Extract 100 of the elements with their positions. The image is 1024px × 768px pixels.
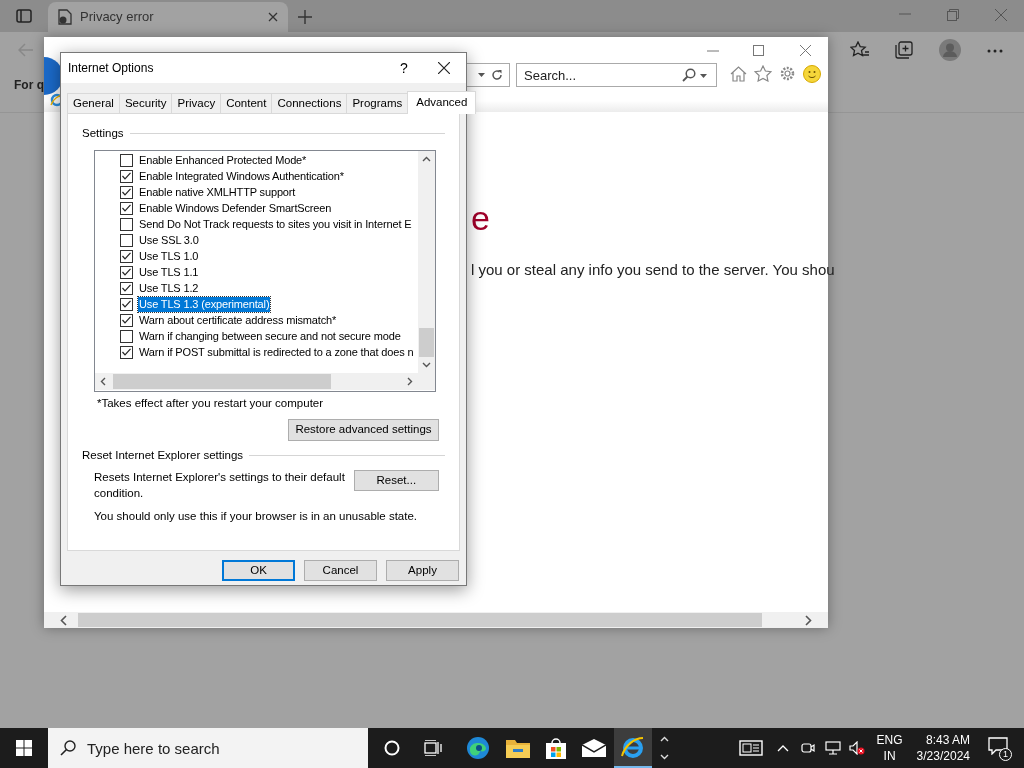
scrollbar-thumb[interactable] bbox=[113, 374, 331, 390]
refresh-icon[interactable] bbox=[491, 69, 503, 81]
close-icon[interactable] bbox=[438, 62, 450, 74]
scrollbar-thumb[interactable] bbox=[78, 613, 762, 627]
bookmark-link[interactable]: For q bbox=[14, 76, 44, 94]
profile-icon[interactable] bbox=[939, 39, 961, 61]
setting-label[interactable]: Use SSL 3.0 bbox=[138, 232, 200, 248]
dialog-title: Internet Options bbox=[68, 60, 155, 77]
chevron-up-icon[interactable] bbox=[776, 744, 789, 752]
language-indicator[interactable]: ENG bbox=[876, 732, 903, 748]
cortana-icon[interactable] bbox=[384, 740, 400, 756]
search-field[interactable]: Search... bbox=[516, 63, 717, 87]
notification-button[interactable]: 1 bbox=[988, 737, 1010, 759]
new-tab-icon[interactable] bbox=[298, 10, 312, 24]
notification-badge: 1 bbox=[999, 748, 1012, 761]
caret-icon[interactable] bbox=[478, 73, 485, 77]
dialog-button[interactable]: OK bbox=[222, 560, 295, 581]
dialog-tab[interactable]: Advanced bbox=[407, 91, 477, 114]
region-indicator[interactable]: IN bbox=[883, 748, 896, 764]
scroll-right-icon[interactable] bbox=[805, 614, 812, 626]
scrollbar-thumb[interactable] bbox=[419, 328, 434, 358]
back-button-icon[interactable] bbox=[44, 57, 62, 95]
horizontal-scrollbar[interactable] bbox=[95, 373, 435, 391]
scroll-left-icon[interactable] bbox=[100, 377, 106, 387]
dialog-button[interactable]: Cancel bbox=[304, 560, 377, 581]
checkbox[interactable] bbox=[120, 169, 133, 183]
collections-icon[interactable] bbox=[894, 41, 914, 59]
clock-date[interactable]: 3/23/2024 bbox=[916, 748, 970, 764]
note-text: *Takes effect after you restart your computer bbox=[97, 396, 325, 412]
checkbox[interactable] bbox=[120, 297, 133, 311]
checkbox[interactable] bbox=[120, 281, 133, 295]
ie-taskbar-button[interactable] bbox=[614, 728, 652, 768]
search-icon[interactable] bbox=[682, 68, 696, 82]
horizontal-scrollbar[interactable] bbox=[44, 612, 828, 628]
checkbox[interactable] bbox=[120, 217, 133, 231]
favorites-icon[interactable] bbox=[850, 41, 870, 59]
group-label: Settings bbox=[82, 126, 124, 141]
setting-label[interactable]: Warn about certificate address mismatch* bbox=[138, 312, 338, 328]
search-icon[interactable] bbox=[60, 740, 76, 756]
dialog-tab[interactable]: General bbox=[67, 93, 120, 113]
scroll-down-icon[interactable] bbox=[422, 362, 431, 369]
ie-logo-icon bbox=[621, 735, 645, 759]
setting-label[interactable]: Enable native XMLHTTP support bbox=[138, 184, 297, 200]
camera-icon[interactable] bbox=[800, 741, 815, 755]
checkbox[interactable] bbox=[120, 233, 133, 247]
dialog-button[interactable]: Apply bbox=[386, 560, 459, 581]
warning-page-icon bbox=[58, 9, 72, 25]
start-icon[interactable] bbox=[16, 740, 32, 756]
setting-label[interactable]: Use TLS 1.0 bbox=[138, 248, 200, 264]
setting-label[interactable]: Use TLS 1.3 (experimental) bbox=[138, 296, 271, 312]
scroll-right-icon[interactable] bbox=[407, 377, 413, 387]
setting-label[interactable]: Use TLS 1.1 bbox=[138, 264, 200, 280]
more-icon[interactable] bbox=[987, 49, 1003, 53]
setting-label[interactable]: Warn if changing between secure and not secure mode bbox=[138, 328, 402, 344]
vertical-scrollbar[interactable] bbox=[418, 151, 435, 374]
task-view-icon[interactable] bbox=[424, 740, 442, 756]
scroll-up-icon[interactable] bbox=[422, 156, 431, 163]
smiley-icon[interactable] bbox=[803, 65, 821, 83]
browser-tab[interactable]: Privacy error bbox=[48, 2, 288, 32]
checkbox[interactable] bbox=[120, 265, 133, 279]
edge-icon[interactable] bbox=[466, 736, 490, 760]
tab-title: Privacy error bbox=[80, 8, 155, 27]
checkbox[interactable] bbox=[120, 345, 133, 359]
settings-icon[interactable] bbox=[779, 65, 796, 82]
tab-actions-icon[interactable] bbox=[16, 9, 32, 23]
setting-label[interactable]: Enable Windows Defender SmartScreen bbox=[138, 200, 333, 216]
setting-label[interactable]: Warn if POST submittal is redirected to a zone that does n bbox=[138, 344, 415, 360]
page-heading: e bbox=[471, 198, 490, 238]
checkbox[interactable] bbox=[120, 153, 133, 167]
reset-description: Resets Internet Explorer's settings to their default condition. bbox=[94, 469, 346, 501]
help-button[interactable]: ? bbox=[394, 57, 414, 79]
checkbox[interactable] bbox=[120, 329, 133, 343]
setting-label[interactable]: Enable Integrated Windows Authentication* bbox=[138, 168, 345, 184]
checkbox[interactable] bbox=[120, 185, 133, 199]
group-label: Reset Internet Explorer settings bbox=[82, 447, 244, 463]
restore-advanced-settings-button[interactable]: Restore advanced settings bbox=[288, 418, 439, 441]
reset-button[interactable]: Reset... bbox=[353, 469, 439, 491]
favorites-icon[interactable] bbox=[754, 65, 772, 82]
news-icon[interactable] bbox=[738, 740, 763, 756]
checkbox[interactable] bbox=[120, 249, 133, 263]
taskbar-search-field[interactable]: Type here to search bbox=[48, 728, 368, 768]
setting-label[interactable]: Send Do Not Track requests to sites you visit in Internet E bbox=[138, 216, 413, 232]
caret-icon[interactable] bbox=[700, 74, 707, 78]
checkbox[interactable] bbox=[120, 313, 133, 327]
maximize-icon[interactable] bbox=[753, 45, 764, 56]
setting-label[interactable]: Use TLS 1.2 bbox=[138, 280, 200, 296]
clock-time[interactable]: 8:43 AM bbox=[925, 732, 970, 748]
scroll-left-icon[interactable] bbox=[60, 614, 67, 626]
notification-icon bbox=[988, 737, 1008, 755]
store-icon[interactable] bbox=[545, 737, 567, 759]
volume-muted-icon[interactable] bbox=[848, 741, 865, 755]
network-icon[interactable] bbox=[824, 741, 841, 755]
setting-label[interactable]: Enable Enhanced Protected Mode* bbox=[138, 152, 308, 168]
mail-icon[interactable] bbox=[582, 739, 606, 757]
page-text: l you or steal any info you send to the server. You shou bbox=[471, 260, 835, 280]
address-field[interactable] bbox=[464, 63, 510, 87]
home-icon[interactable] bbox=[730, 66, 747, 82]
warning-text: You should only use this if your browser is in an unusable state. bbox=[94, 508, 419, 524]
folder-icon[interactable] bbox=[506, 738, 530, 758]
checkbox[interactable] bbox=[120, 201, 133, 215]
